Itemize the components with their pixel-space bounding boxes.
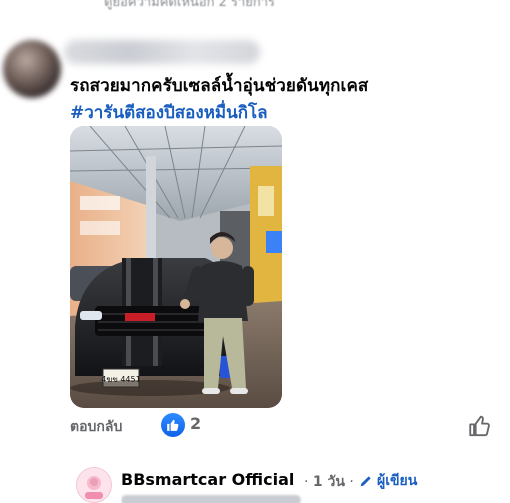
thumbs-up-outline-icon <box>469 415 490 437</box>
commenter-avatar[interactable] <box>3 40 61 98</box>
thumbs-up-icon <box>167 419 179 431</box>
separator-dot: · <box>349 474 354 490</box>
reply-time: 1 วัน <box>312 474 345 490</box>
page-avatar[interactable] <box>76 467 112 503</box>
comment-text: รถสวยมากครับเซลล์น้ำอุ่นช่วยดันทุกเคส <box>70 76 369 96</box>
comment-photo[interactable]: 4ฆข 4451 <box>70 126 282 408</box>
like-button[interactable] <box>467 413 493 443</box>
reply-button[interactable]: ตอบกลับ <box>70 416 122 438</box>
like-count[interactable]: 2 <box>190 414 201 433</box>
reply-timestamp[interactable]: · 1 วัน · <box>304 471 354 493</box>
author-badge-label: ผู้เขียน <box>377 473 418 489</box>
showroom-photo-illustration: 4ฆข 4451 <box>70 126 282 408</box>
reply-author-name[interactable]: BBsmartcar Official <box>121 470 294 489</box>
like-reaction-badge[interactable] <box>161 413 185 437</box>
reply-text-cut <box>121 493 441 503</box>
view-more-replies-link[interactable]: ดูย่อความคิดเห็นอีก 2 รายการ <box>104 0 275 12</box>
hashtag-link[interactable]: #วารันตีสองปีสองหมื่นกิโล <box>70 99 268 126</box>
page-logo-icon <box>77 468 111 502</box>
separator-dot: · <box>304 474 309 490</box>
author-badge: ผู้เขียน <box>358 470 417 492</box>
pencil-icon <box>360 476 371 487</box>
commenter-name-redacted[interactable] <box>64 40 260 64</box>
